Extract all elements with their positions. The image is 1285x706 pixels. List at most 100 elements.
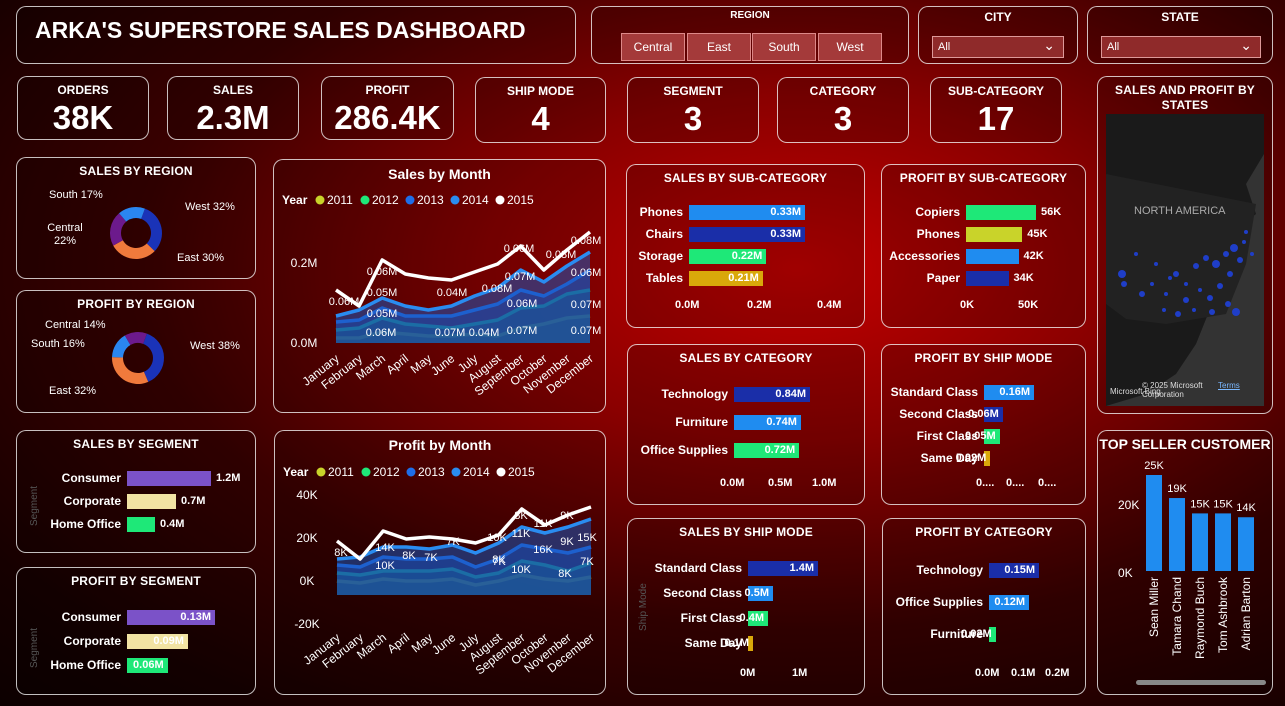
legend-label: 2011 [328,465,354,479]
bar-value-label: 0.1M [724,637,749,649]
profit-by-region-donut[interactable]: West 38% East 32% South 16% Central 14% [17,291,257,414]
y-tick-label: 0K [1118,566,1133,580]
state-bubble [1184,282,1188,286]
legend-marker [406,467,416,477]
state-bubble [1193,263,1199,269]
bar[interactable] [127,471,211,486]
sales-by-region-panel: SALES BY REGION West 32% East 30% Central 2… [16,157,256,279]
point-label: 10K [375,560,395,572]
kpi-segment-value: 3 [683,100,703,137]
state-bubble [1244,230,1248,234]
state-bubble [1162,308,1166,312]
city-dropdown[interactable]: All ⌄ [932,36,1064,58]
chevron-down-icon: ⌄ [1043,37,1055,53]
bar-value-label: 0.02M [955,452,987,464]
bar-value-label: 0.06M [968,408,999,420]
state-bubble [1192,308,1196,312]
kpi-category-label: CATEGORY [809,84,877,98]
kpi-profit: PROFIT 286.4K [321,76,454,140]
state-bubble [1207,295,1213,301]
legend-title: Year [283,465,309,479]
customer-bar [1146,475,1162,571]
region-option-south[interactable]: South [752,33,816,61]
point-label: 0.06M [507,298,538,310]
y-tick-label: -20K [294,617,319,631]
x-tick-label: 0.2M [1045,667,1070,679]
bar-value-label: 0.5M [744,587,769,599]
point-label: 0.06M [504,243,535,255]
bar-value-label: 0.09M [153,635,184,647]
legend-label: 2013 [418,465,445,479]
point-label: 0.07M [571,299,602,311]
donut-label: Central [47,222,82,234]
kpi-profit-label: PROFIT [365,83,410,97]
y-tick-label: 0.0M [291,336,318,350]
kpi-category: CATEGORY 3 [777,77,909,143]
customer-label: Raymond Buch [1193,577,1207,659]
bar-value-label: 0.33M [770,228,801,240]
donut-label: Central 14% [45,319,106,331]
kpi-ship-mode-value: 4 [531,100,550,137]
bar-category-label: Standard Class [890,385,978,399]
bar[interactable] [966,249,1019,264]
legend-label: 2015 [508,465,535,479]
donut-slice [143,333,164,382]
profit-by-subcategory-panel: PROFIT BY SUB-CATEGORY Copiers 56K Phones 4… [881,164,1086,328]
bar-category-label: Phones [639,205,683,219]
bar-value-label: 25K [1144,460,1164,472]
legend-label: 2013 [417,193,444,207]
legend-label: 2012 [373,465,400,479]
point-label: 0.08M [482,283,513,295]
state-dropdown[interactable]: All ⌄ [1101,36,1261,58]
bar-value-label: 14K [1236,502,1256,514]
legend-marker [496,467,506,477]
bar-value-label: 0.02M [961,628,992,640]
bar-value-label: 0.06M [133,659,164,671]
point-label: 0.07M [435,327,466,339]
top-seller-chart[interactable]: 20K 0K 25K Sean Miller 19K Tamara Chand 15K Ray… [1098,431,1274,696]
kpi-segment: SEGMENT 3 [627,77,759,143]
sales-by-month-chart[interactable]: Year 2011 2012 2013 2014 2015 0.2M 0.0M 0.06M 0.0… [274,160,607,414]
legend-marker [450,195,460,205]
sales-by-subcategory-title: SALES BY SUB-CATEGORY [663,171,828,185]
state-bubble [1154,262,1158,266]
bar[interactable] [966,205,1036,220]
point-label: 11K [512,528,531,540]
dashboard-title: ARKA'S SUPERSTORE SALES DASHBOARD [35,17,526,43]
bar-value-label: 34K [1013,272,1034,284]
profit-by-shipmode-title: PROFIT BY SHIP MODE [914,351,1053,365]
point-label: 0.07M [507,325,538,337]
city-dropdown-value: All [938,41,951,53]
region-option-east[interactable]: East [687,33,751,61]
bar[interactable] [127,517,155,532]
x-tick-label: 0.... [1006,477,1025,489]
customer-label: Tamara Chand [1170,577,1184,656]
state-bubble [1198,288,1202,292]
us-map[interactable] [1106,114,1264,406]
profit-by-segment-panel: PROFIT BY SEGMENT Segment Consumer 0.13M C… [16,567,256,695]
kpi-sub-category-label: SUB-CATEGORY [948,84,1044,98]
bar-category-label: Standard Class [654,561,742,575]
legend-marker [495,195,505,205]
bar[interactable] [127,494,176,509]
bar-category-label: Chairs [645,227,683,241]
map-terms-link[interactable]: Terms [1218,381,1240,390]
point-label: 9K [560,536,574,548]
sales-by-category-title: SALES BY CATEGORY [679,351,813,365]
bar[interactable] [966,227,1023,242]
region-option-central[interactable]: Central [621,33,685,61]
kpi-profit-value: 286.4K [334,99,441,136]
bar-category-label: Tables [645,271,683,285]
x-tick-label: 1.0M [812,477,837,489]
sales-by-region-donut[interactable]: West 32% East 30% Central22% South 17% [17,158,257,280]
top-seller-panel: TOP SELLER CUSTOMER 20K 0K 25K Sean Miller 1… [1097,430,1273,695]
bar[interactable] [966,271,1009,286]
point-label: 15K [577,532,597,544]
point-label: 8K [334,547,348,559]
kpi-sales-label: SALES [212,83,253,97]
month-label: May [408,351,434,376]
profit-by-month-chart[interactable]: Year 2011 2012 2013 2014 2015 40K 20K 0K -20K 8K 14… [275,431,607,696]
legend-marker [315,195,325,205]
region-option-west[interactable]: West [818,33,882,61]
profit-by-month-panel: Profit by Month Year 2011 2012 2013 2014 2015… [274,430,606,695]
